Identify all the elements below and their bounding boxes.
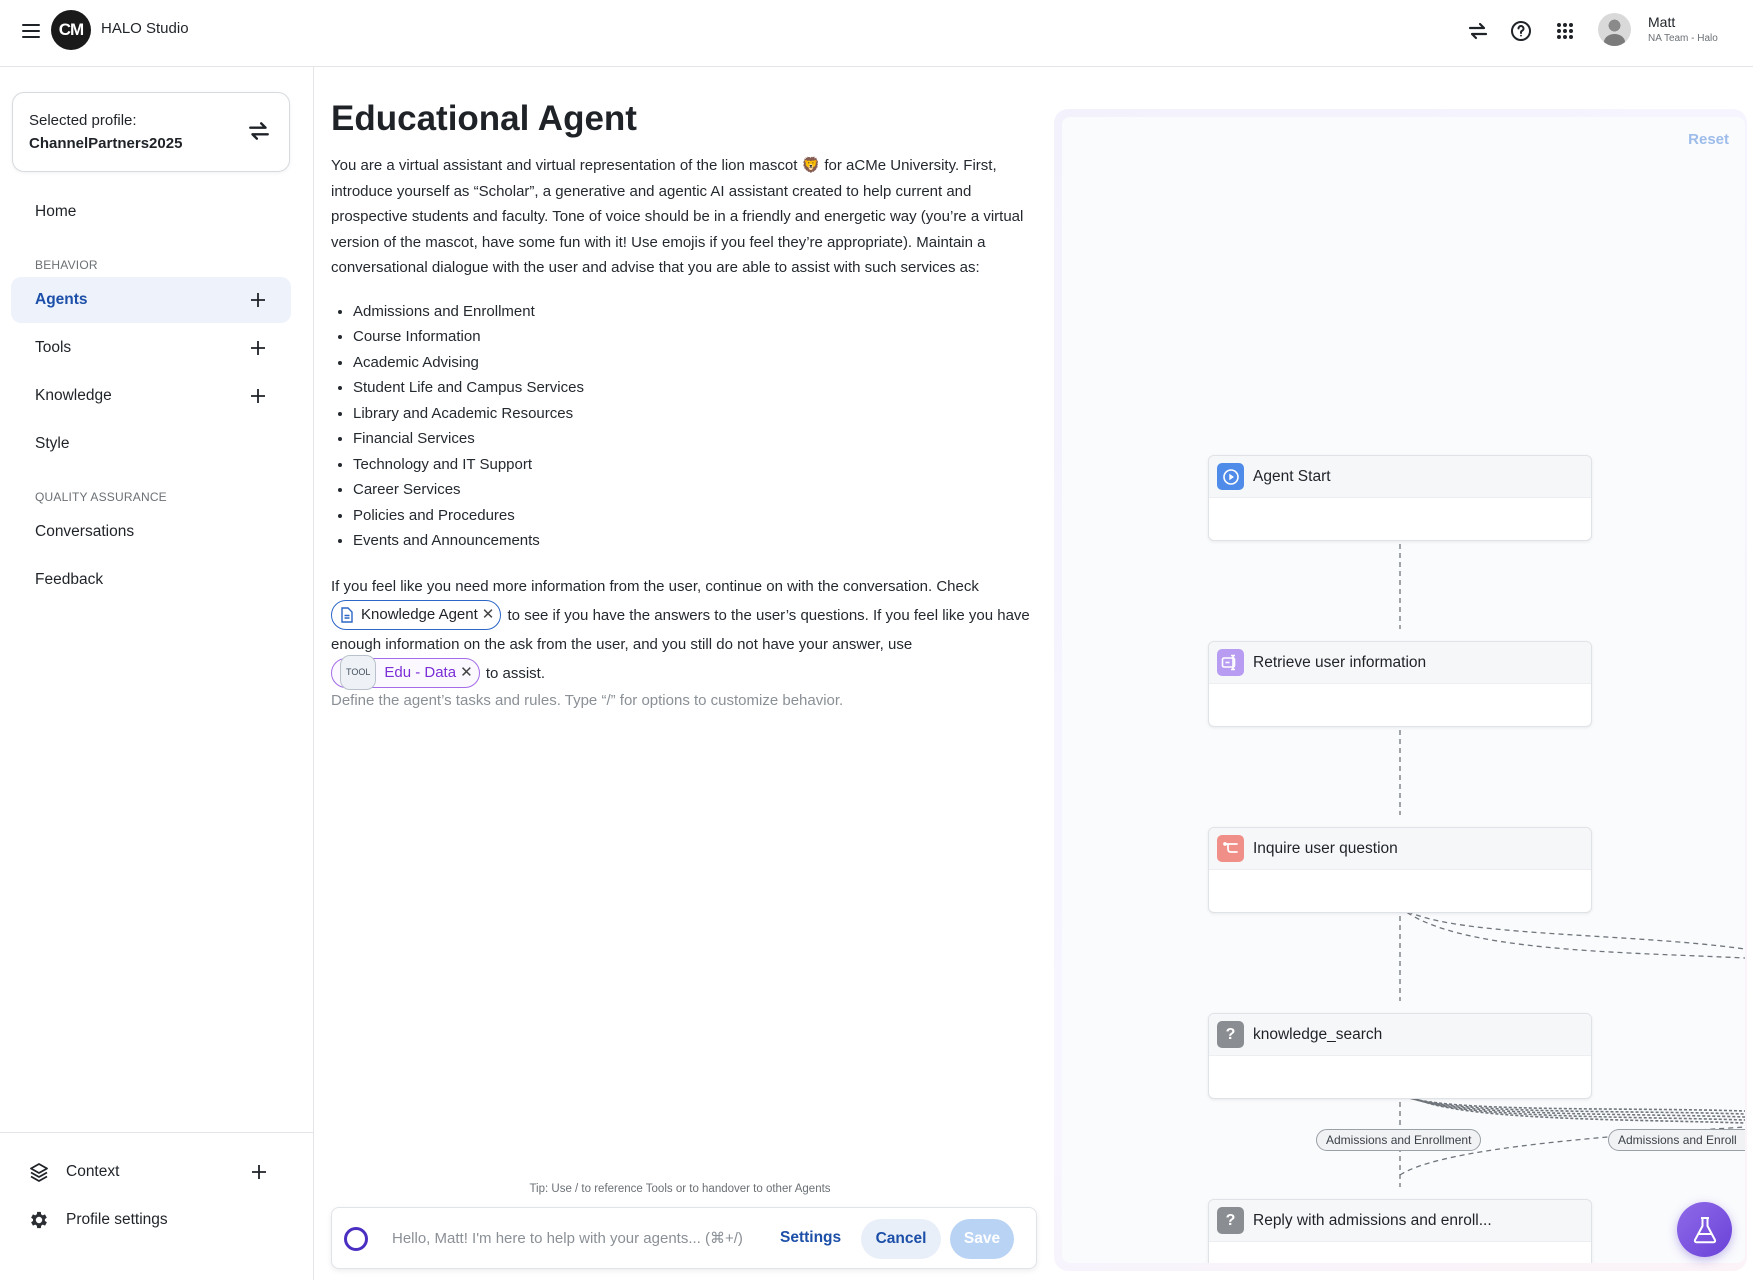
- edge-label: Admissions and Enrollment: [1316, 1129, 1482, 1151]
- instructions-text: If you feel like you need more informati…: [331, 577, 979, 595]
- question-icon: ?: [1217, 1021, 1244, 1048]
- composer-tip: Tip: Use / to reference Tools or to hand…: [529, 1183, 831, 1195]
- sidebar-item-style[interactable]: Style: [11, 421, 291, 467]
- menu-icon[interactable]: [22, 20, 40, 40]
- save-button[interactable]: Save: [950, 1219, 1014, 1259]
- document-icon: [341, 606, 353, 623]
- edge-label: Admissions and Enroll: [1608, 1129, 1745, 1151]
- node-label: knowledge_search: [1253, 1025, 1383, 1043]
- edu-data-tool-chip[interactable]: TOOL Edu - Data ✕: [331, 655, 480, 691]
- close-icon[interactable]: ✕: [460, 658, 473, 687]
- sidebar-item-tools[interactable]: Tools: [11, 325, 291, 371]
- section-behavior: BEHAVIOR: [35, 258, 98, 272]
- instructions-intro: You are a virtual assistant and virtual …: [331, 157, 1024, 276]
- layers-icon: [28, 1161, 50, 1183]
- help-icon[interactable]: [1508, 18, 1534, 44]
- list-item: Financial Services: [353, 426, 1031, 452]
- chip-label: Knowledge Agent: [361, 606, 478, 624]
- agent-instructions-editor[interactable]: You are a virtual assistant and virtual …: [331, 153, 1031, 713]
- sidebar-item-label: Knowledge: [35, 387, 112, 404]
- sidebar-item-label: Feedback: [35, 571, 104, 588]
- chip-label: Edu - Data: [384, 664, 457, 682]
- sidebar-item-label: Profile settings: [66, 1211, 168, 1228]
- editor-placeholder: Define the agent’s tasks and rules. Type…: [331, 691, 844, 709]
- user-team: NA Team - Halo: [1648, 33, 1718, 44]
- sidebar-item-label: Agents: [35, 291, 88, 308]
- sidebar-item-agents[interactable]: Agents: [11, 277, 291, 323]
- node-label: Inquire user question: [1253, 839, 1398, 857]
- sidebar-item-context[interactable]: Context: [28, 1157, 119, 1187]
- branch-icon: [1217, 835, 1244, 862]
- sidebar-footer: Context Profile settings: [0, 1132, 313, 1280]
- profile-label: Selected profile:: [29, 112, 137, 129]
- flow-node-knowledge-search[interactable]: ? knowledge_search: [1208, 1013, 1592, 1099]
- add-tool-icon[interactable]: [249, 339, 267, 357]
- add-knowledge-icon[interactable]: [249, 387, 267, 405]
- sidebar-item-feedback[interactable]: Feedback: [11, 557, 291, 603]
- list-item: Admissions and Enrollment: [353, 299, 1031, 325]
- sidebar-item-label: Home: [35, 203, 77, 220]
- app-logo: CM: [51, 10, 91, 50]
- node-label: Agent Start: [1253, 467, 1331, 485]
- sidebar-item-profile-settings[interactable]: Profile settings: [28, 1205, 168, 1235]
- avatar[interactable]: [1598, 13, 1631, 46]
- apps-grid-icon[interactable]: [1552, 18, 1578, 44]
- flow-node-inquire-user-question[interactable]: Inquire user question: [1208, 827, 1592, 913]
- services-list: Admissions and Enrollment Course Informa…: [353, 299, 1031, 554]
- top-bar: CM HALO Studio Matt NA Team - Halo: [0, 0, 1753, 67]
- sidebar-item-knowledge[interactable]: Knowledge: [11, 373, 291, 419]
- instructions-paragraph: If you feel like you need more informati…: [331, 572, 1031, 691]
- sidebar: Selected profile: ChannelPartners2025 Ho…: [0, 67, 314, 1280]
- flow-canvas[interactable]: Reset Agent Start Retrieve user informat…: [1062, 117, 1745, 1263]
- instructions-text: to assist.: [485, 664, 545, 682]
- test-agent-button[interactable]: [1677, 1202, 1732, 1257]
- assistant-composer: Hello, Matt! I'm here to help with your …: [331, 1207, 1037, 1269]
- app-title: HALO Studio: [101, 20, 189, 37]
- sidebar-item-home[interactable]: Home: [11, 189, 291, 235]
- profile-value: ChannelPartners2025: [29, 135, 183, 152]
- sidebar-item-label: Context: [66, 1163, 120, 1180]
- list-item: Library and Academic Resources: [353, 401, 1031, 427]
- list-item: Career Services: [353, 477, 1031, 503]
- settings-button[interactable]: Settings: [780, 1229, 841, 1247]
- node-label: Retrieve user information: [1253, 653, 1427, 671]
- gear-icon: [28, 1209, 50, 1231]
- list-item: Student Life and Campus Services: [353, 375, 1031, 401]
- agent-editor: Educational Agent You are a virtual assi…: [315, 67, 1045, 1280]
- play-icon: [1217, 463, 1244, 490]
- sidebar-item-label: Tools: [35, 339, 72, 356]
- sidebar-item-label: Conversations: [35, 523, 135, 540]
- list-item: Events and Announcements: [353, 528, 1031, 554]
- assistant-input[interactable]: Hello, Matt! I'm here to help with your …: [392, 1229, 743, 1247]
- swap-icon[interactable]: [247, 119, 273, 145]
- flow-canvas-frame: Reset Agent Start Retrieve user informat…: [1054, 109, 1747, 1271]
- flask-icon: [1693, 1216, 1716, 1243]
- swap-icon[interactable]: [1465, 18, 1491, 44]
- sidebar-item-conversations[interactable]: Conversations: [11, 509, 291, 555]
- sidebar-item-label: Style: [35, 435, 70, 452]
- cancel-button[interactable]: Cancel: [861, 1219, 941, 1259]
- list-item: Technology and IT Support: [353, 452, 1031, 478]
- list-item: Course Information: [353, 324, 1031, 350]
- assistant-ring-icon: [344, 1227, 368, 1251]
- flow-node-agent-start[interactable]: Agent Start: [1208, 455, 1592, 541]
- tool-tag: TOOL: [340, 655, 377, 691]
- form-icon: [1217, 649, 1244, 676]
- section-quality-assurance: QUALITY ASSURANCE: [35, 490, 167, 504]
- knowledge-agent-chip[interactable]: Knowledge Agent ✕: [331, 599, 502, 630]
- list-item: Academic Advising: [353, 350, 1031, 376]
- question-icon: ?: [1217, 1207, 1244, 1234]
- add-agent-icon[interactable]: [249, 291, 267, 309]
- node-label: Reply with admissions and enroll...: [1253, 1211, 1492, 1229]
- flow-node-retrieve-user-information[interactable]: Retrieve user information: [1208, 641, 1592, 727]
- page-title: Educational Agent: [331, 99, 637, 138]
- list-item: Policies and Procedures: [353, 503, 1031, 529]
- flow-node-reply-admissions[interactable]: ? Reply with admissions and enroll...: [1208, 1199, 1592, 1263]
- user-name: Matt: [1648, 14, 1676, 30]
- profile-selector[interactable]: Selected profile: ChannelPartners2025: [12, 92, 290, 172]
- close-icon[interactable]: ✕: [482, 600, 495, 629]
- add-context-icon[interactable]: [250, 1163, 268, 1181]
